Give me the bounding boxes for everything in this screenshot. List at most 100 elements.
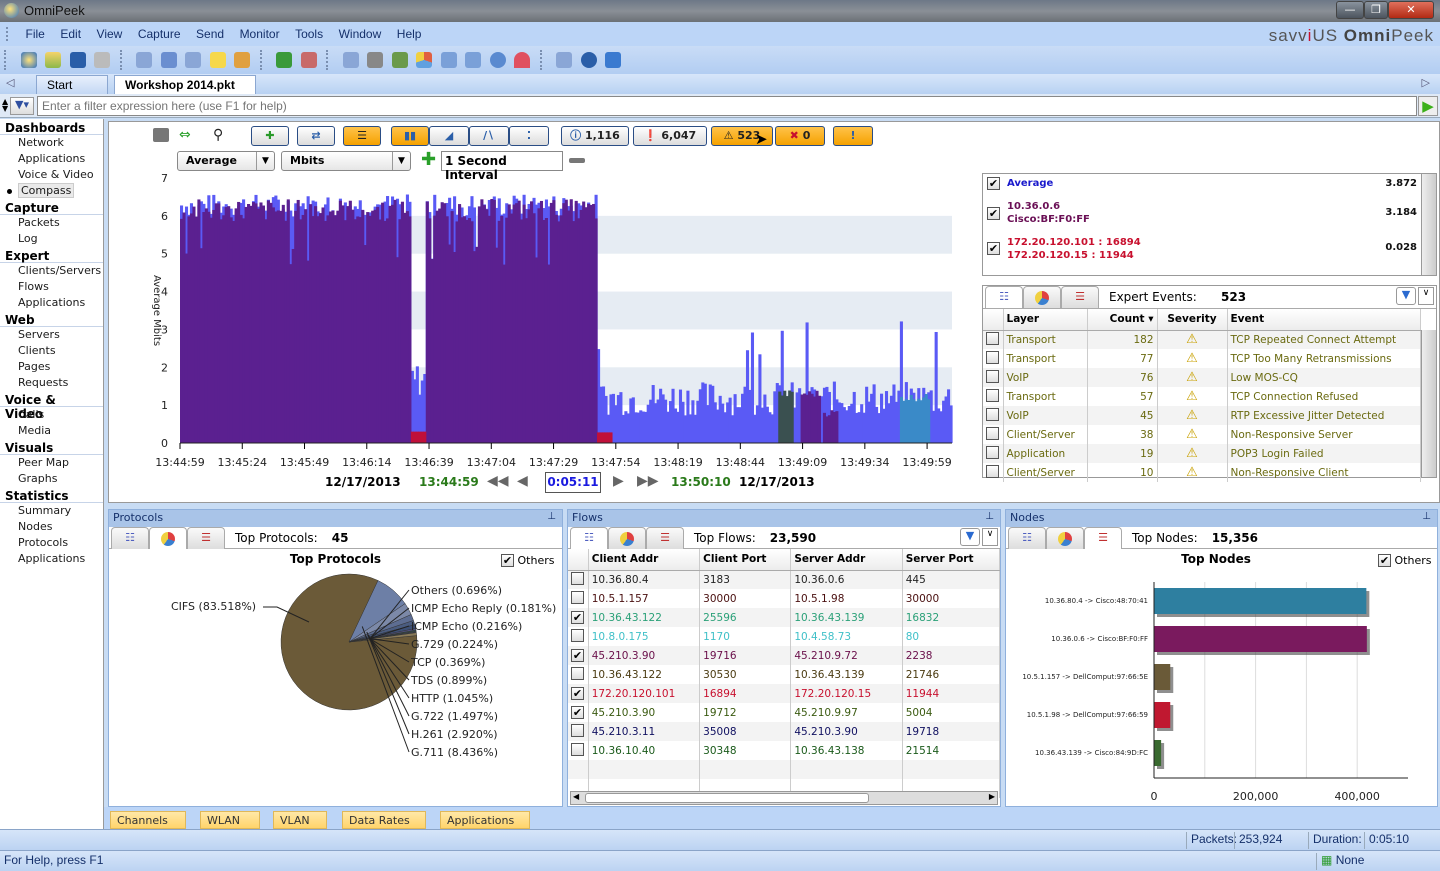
- row-checkbox[interactable]: [986, 464, 999, 478]
- clock-icon[interactable]: [234, 52, 250, 68]
- pin-icon[interactable]: ⊥: [1422, 511, 1431, 522]
- print-icon[interactable]: [94, 52, 110, 68]
- filter-expression-input[interactable]: [37, 96, 1417, 116]
- filter-icon[interactable]: ▼: [1396, 287, 1416, 305]
- add-flow-button[interactable]: ✚: [251, 126, 289, 146]
- tab-data-rates[interactable]: Data Rates: [342, 811, 426, 829]
- zoom-fit-icon[interactable]: ⇔: [179, 128, 201, 142]
- scatter-chart-button[interactable]: ⁚: [509, 126, 549, 146]
- sidebar-item-flows[interactable]: Flows: [0, 279, 103, 295]
- menu-window[interactable]: Window: [333, 22, 388, 46]
- alarm-icon[interactable]: [209, 52, 226, 68]
- sidebar-item-packets[interactable]: Packets: [0, 215, 103, 231]
- packets-icon[interactable]: [136, 52, 152, 68]
- sidebar-item-graphs[interactable]: Graphs: [0, 471, 103, 487]
- table-row[interactable]: ✔ 45.210.3.90 19716 45.210.9.72 2238: [568, 646, 1001, 665]
- row-checkbox[interactable]: [986, 331, 999, 345]
- column-header[interactable]: Count ▾: [1087, 309, 1158, 331]
- legend-checkbox[interactable]: ✔: [987, 242, 1000, 255]
- restore-button[interactable]: ❐: [1364, 1, 1388, 19]
- tab-vlan[interactable]: VLAN: [273, 811, 327, 829]
- sidebar-item-applications[interactable]: Applications: [0, 551, 103, 567]
- filter-icon[interactable]: ▼: [960, 528, 980, 546]
- flows-horizontal-scrollbar[interactable]: ◀ ▶: [570, 791, 998, 805]
- row-checkbox[interactable]: ✔: [571, 687, 584, 700]
- others-toggle[interactable]: ✔ Others: [1378, 554, 1431, 567]
- expert-scrollbar[interactable]: [1421, 330, 1436, 477]
- column-header[interactable]: Severity: [1157, 309, 1228, 331]
- sidebar-item-pages[interactable]: Pages: [0, 359, 103, 375]
- table-row[interactable]: 10.5.1.157 30000 10.5.1.98 30000: [568, 589, 1001, 608]
- row-checkbox[interactable]: [986, 388, 999, 402]
- sidebar-item-calls[interactable]: Calls: [0, 407, 103, 423]
- row-checkbox[interactable]: [986, 369, 999, 383]
- line-chart-button[interactable]: ∕∖: [469, 126, 509, 146]
- sidebar-item-applications[interactable]: Applications: [0, 151, 103, 167]
- remote-engine-icon[interactable]: [342, 52, 359, 68]
- tab-wlan[interactable]: WLAN: [200, 811, 260, 829]
- info-events-button[interactable]: ⓘ 1,116: [561, 126, 629, 146]
- menu-monitor[interactable]: Monitor: [234, 22, 286, 46]
- tab-applications[interactable]: Applications: [440, 811, 530, 829]
- download-icon[interactable]: [300, 52, 317, 68]
- expert-alert-button[interactable]: !: [833, 126, 873, 146]
- notice-events-button[interactable]: ❗ 6,047: [633, 126, 707, 146]
- tab-scroll-right-icon[interactable]: ▷: [1422, 76, 1430, 89]
- table-row[interactable]: ✔ 10.36.43.122 25596 10.36.43.139 16832: [568, 608, 1001, 627]
- tab-start-page[interactable]: Start Page: [36, 75, 108, 111]
- row-checkbox[interactable]: [571, 590, 584, 604]
- bar-view-tab[interactable]: ☰: [187, 527, 225, 549]
- column-header[interactable]: Server Port: [902, 549, 1001, 571]
- sidebar-item-clients[interactable]: Clients: [0, 343, 103, 359]
- row-checkbox[interactable]: [986, 407, 999, 421]
- table-row[interactable]: 10.36.10.40 30348 10.36.43.138 21514: [568, 741, 1001, 760]
- error-events-button[interactable]: ✖ 0: [775, 126, 825, 146]
- menu-tools[interactable]: Tools: [289, 22, 329, 46]
- pie-chart-icon[interactable]: [416, 52, 432, 68]
- others-toggle[interactable]: ✔ Others: [501, 554, 554, 567]
- menu-edit[interactable]: Edit: [54, 22, 87, 46]
- tab-scroll-left-icon[interactable]: ◁: [6, 76, 14, 89]
- pie-view-tab[interactable]: [1023, 286, 1061, 308]
- table-row[interactable]: ✔ 45.210.3.90 19712 45.210.9.97 5004: [568, 703, 1001, 722]
- expand-collapse-icon[interactable]: ▲ ▼: [2, 98, 8, 113]
- tap-icon[interactable]: [367, 52, 383, 68]
- column-header[interactable]: Client Addr: [588, 549, 701, 571]
- sidebar-item-voice-video[interactable]: Voice & Video: [0, 167, 103, 183]
- table-row[interactable]: Transport 182 ⚠ TCP Repeated Connect Att…: [983, 330, 1421, 349]
- row-checkbox[interactable]: ✔: [571, 706, 584, 719]
- sidebar-item-compass[interactable]: Compass: [0, 183, 103, 199]
- bar-view-tab[interactable]: ☰: [1061, 286, 1099, 308]
- menu-capture[interactable]: Capture: [132, 22, 187, 46]
- help-icon[interactable]: [580, 52, 597, 68]
- pie-view-tab[interactable]: [149, 527, 187, 549]
- row-checkbox[interactable]: [571, 723, 584, 737]
- sidebar-item-requests[interactable]: Requests: [0, 375, 103, 391]
- table-view-tab[interactable]: ☷: [1008, 527, 1046, 549]
- options-icon[interactable]: [556, 52, 572, 68]
- whats-new-icon[interactable]: [605, 52, 621, 68]
- legend-checkbox[interactable]: ✔: [987, 207, 1000, 220]
- decrease-interval-icon[interactable]: [569, 158, 585, 163]
- sidebar-item-media[interactable]: Media: [0, 423, 103, 439]
- bar-view-tab[interactable]: ☰: [646, 527, 684, 549]
- pie-view-tab[interactable]: [608, 527, 646, 549]
- table-row[interactable]: 10.36.80.4 3183 10.36.0.6 445: [568, 570, 1001, 589]
- increase-interval-icon[interactable]: ✚: [421, 149, 436, 170]
- sidebar-item-clients-servers[interactable]: Clients/Servers: [0, 263, 103, 279]
- bar-view-tab[interactable]: ☰: [1084, 527, 1122, 549]
- table-row[interactable]: Transport 77 ⚠ TCP Too Many Retransmissi…: [983, 349, 1421, 368]
- table-row[interactable]: Client/Server 10 ⚠ Non-Responsive Client: [983, 463, 1421, 482]
- node-icon[interactable]: [185, 52, 201, 68]
- table-row[interactable]: Application 19 ⚠ POP3 Login Failed: [983, 444, 1421, 463]
- bar-chart-button[interactable]: ▮▮: [391, 126, 429, 146]
- row-checkbox[interactable]: [571, 571, 584, 585]
- sidebar-item-protocols[interactable]: Protocols: [0, 535, 103, 551]
- column-header[interactable]: Server Addr: [790, 549, 903, 571]
- table-view-tab[interactable]: ☷: [111, 527, 149, 549]
- open-file-icon[interactable]: [45, 52, 61, 68]
- binoculars-icon[interactable]: ⚲: [213, 127, 231, 143]
- row-checkbox[interactable]: [571, 742, 584, 756]
- sidebar-item-servers[interactable]: Servers: [0, 327, 103, 343]
- row-checkbox[interactable]: ✔: [571, 649, 584, 662]
